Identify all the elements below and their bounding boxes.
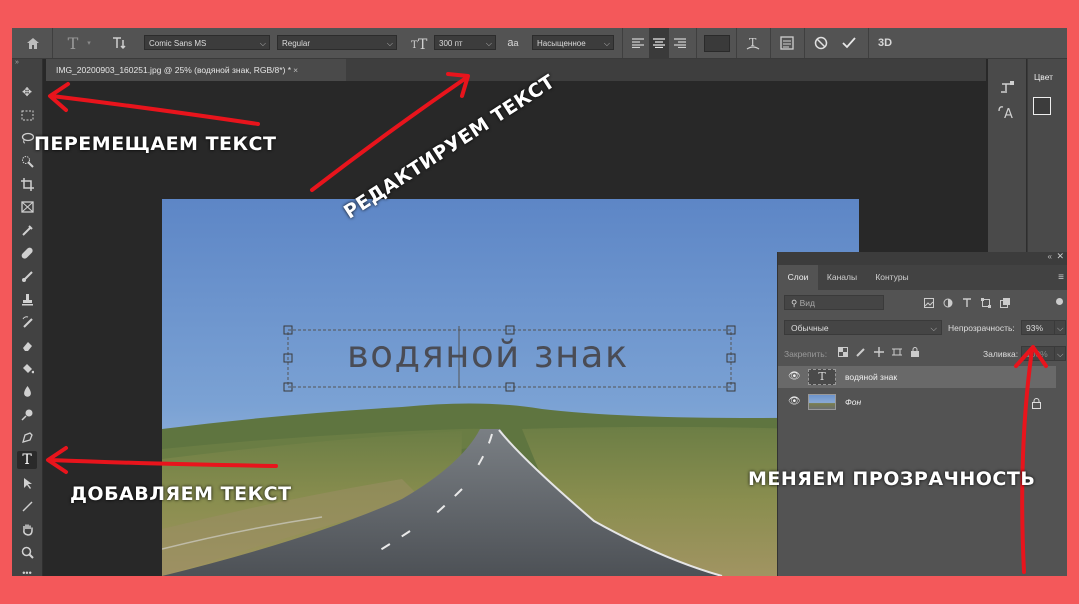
caption-add-text: ДОБАВЛЯЕМ ТЕКСТ <box>70 483 292 505</box>
caption-change-opacity: МЕНЯЕМ ПРОЗРАЧНОСТЬ <box>748 468 1036 490</box>
caption-move-text: ПЕРЕМЕЩАЕМ ТЕКСТ <box>34 133 277 155</box>
